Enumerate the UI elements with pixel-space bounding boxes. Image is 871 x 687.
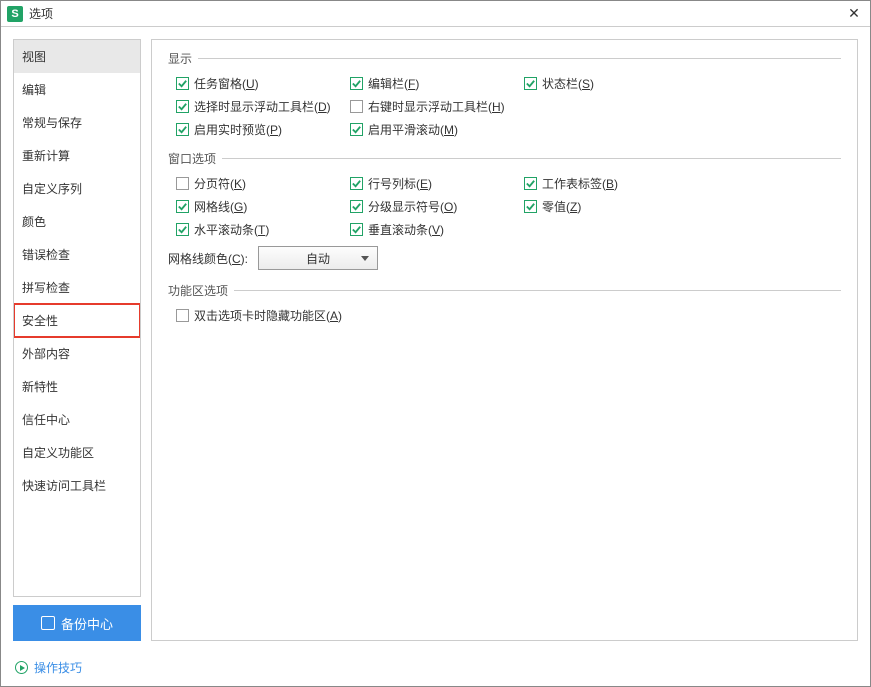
sidebar-item-label: 外部内容	[22, 347, 70, 361]
sidebar-item-security[interactable]: 安全性	[14, 304, 140, 337]
group-title-display: 显示	[168, 50, 841, 67]
sidebar-item-label: 重新计算	[22, 149, 70, 163]
chk-hscrollbar[interactable]: 水平滚动条(T)	[176, 221, 346, 238]
sidebar-item-spellcheck[interactable]: 拼写检查	[14, 271, 140, 304]
sidebar-item-label: 信任中心	[22, 413, 70, 427]
chk-task-pane[interactable]: 任务窗格(U)	[176, 75, 346, 92]
group-display: 显示 任务窗格(U) 编辑栏(F) 状态栏(S) 选择时显示浮动工具栏(D) 右…	[168, 50, 841, 138]
tips-link[interactable]: 操作技巧	[1, 653, 870, 686]
sidebar-item-custom-ribbon[interactable]: 自定义功能区	[14, 436, 140, 469]
sidebar-item-label: 安全性	[22, 314, 58, 328]
backup-label: 备份中心	[61, 614, 113, 633]
chk-smooth-scroll[interactable]: 启用平滑滚动(M)	[350, 121, 520, 138]
group-ribbon-options: 功能区选项 双击选项卡时隐藏功能区(A)	[168, 282, 841, 324]
chk-outline-symbols[interactable]: 分级显示符号(O)	[350, 198, 520, 215]
group-title-ribbon: 功能区选项	[168, 282, 841, 299]
sidebar-item-label: 新特性	[22, 380, 58, 394]
sidebar-item-color[interactable]: 颜色	[14, 205, 140, 238]
chk-sheet-tabs[interactable]: 工作表标签(B)	[524, 175, 694, 192]
sidebar-item-label: 拼写检查	[22, 281, 70, 295]
sidebar-item-error-check[interactable]: 错误检查	[14, 238, 140, 271]
tips-label: 操作技巧	[34, 659, 82, 676]
close-button[interactable]: ✕	[844, 4, 864, 24]
backup-center-button[interactable]: 备份中心	[13, 605, 141, 641]
chk-gridlines[interactable]: 网格线(G)	[176, 198, 346, 215]
chk-float-toolbar-rightclick[interactable]: 右键时显示浮动工具栏(H)	[350, 98, 520, 115]
sidebar-item-label: 视图	[22, 50, 46, 64]
sidebar-item-recalc[interactable]: 重新计算	[14, 139, 140, 172]
gridline-color-row: 网格线颜色(C): 自动	[168, 246, 841, 270]
sidebar: 视图 编辑 常规与保存 重新计算 自定义序列 颜色 错误检查 拼写检查 安全性 …	[13, 39, 141, 597]
chk-live-preview[interactable]: 启用实时预览(P)	[176, 121, 346, 138]
chk-row-col-headers[interactable]: 行号列标(E)	[350, 175, 520, 192]
options-content: 显示 任务窗格(U) 编辑栏(F) 状态栏(S) 选择时显示浮动工具栏(D) 右…	[151, 39, 858, 641]
display-grid: 任务窗格(U) 编辑栏(F) 状态栏(S) 选择时显示浮动工具栏(D) 右键时显…	[168, 75, 841, 138]
titlebar: S 选项 ✕	[1, 1, 870, 27]
window-grid: 分页符(K) 行号列标(E) 工作表标签(B) 网格线(G) 分级显示符号(O)…	[168, 175, 841, 238]
sidebar-item-label: 自定义序列	[22, 182, 82, 196]
ribbon-grid: 双击选项卡时隐藏功能区(A)	[168, 307, 841, 324]
gridline-color-select[interactable]: 自动	[258, 246, 378, 270]
sidebar-item-general-save[interactable]: 常规与保存	[14, 106, 140, 139]
group-title-window: 窗口选项	[168, 150, 841, 167]
sidebar-item-edit[interactable]: 编辑	[14, 73, 140, 106]
sidebar-item-label: 编辑	[22, 83, 46, 97]
group-window-options: 窗口选项 分页符(K) 行号列标(E) 工作表标签(B) 网格线(G) 分级显示…	[168, 150, 841, 270]
chk-dblclick-hide-ribbon[interactable]: 双击选项卡时隐藏功能区(A)	[176, 307, 841, 324]
sidebar-item-label: 错误检查	[22, 248, 70, 262]
window-title: 选项	[29, 5, 844, 22]
sidebar-item-external-content[interactable]: 外部内容	[14, 337, 140, 370]
chk-zero-values[interactable]: 零值(Z)	[524, 198, 694, 215]
gridline-color-label: 网格线颜色(C):	[168, 250, 248, 267]
sidebar-column: 视图 编辑 常规与保存 重新计算 自定义序列 颜色 错误检查 拼写检查 安全性 …	[13, 39, 141, 641]
chk-edit-bar[interactable]: 编辑栏(F)	[350, 75, 520, 92]
sidebar-item-custom-lists[interactable]: 自定义序列	[14, 172, 140, 205]
chk-vscrollbar[interactable]: 垂直滚动条(V)	[350, 221, 520, 238]
chk-float-toolbar-select[interactable]: 选择时显示浮动工具栏(D)	[176, 98, 346, 115]
sidebar-item-label: 自定义功能区	[22, 446, 94, 460]
sidebar-item-label: 快速访问工具栏	[22, 479, 106, 493]
chk-status-bar[interactable]: 状态栏(S)	[524, 75, 694, 92]
sidebar-item-label: 颜色	[22, 215, 46, 229]
main-area: 视图 编辑 常规与保存 重新计算 自定义序列 颜色 错误检查 拼写检查 安全性 …	[1, 27, 870, 653]
sidebar-item-trust-center[interactable]: 信任中心	[14, 403, 140, 436]
gridline-color-value: 自动	[306, 250, 330, 267]
play-icon	[15, 661, 28, 674]
backup-icon	[41, 616, 55, 630]
sidebar-item-view[interactable]: 视图	[14, 40, 140, 73]
sidebar-item-label: 常规与保存	[22, 116, 82, 130]
app-icon: S	[7, 6, 23, 22]
sidebar-item-new-features[interactable]: 新特性	[14, 370, 140, 403]
sidebar-item-quick-access[interactable]: 快速访问工具栏	[14, 469, 140, 502]
chk-page-break[interactable]: 分页符(K)	[176, 175, 346, 192]
